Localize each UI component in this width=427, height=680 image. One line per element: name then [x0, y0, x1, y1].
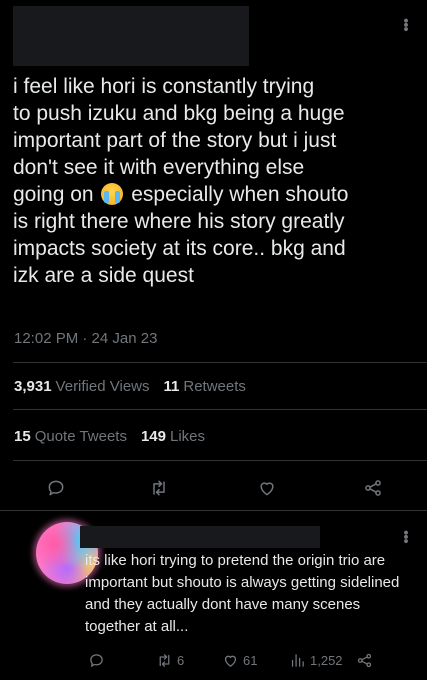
views-icon — [291, 654, 304, 667]
quotes-stat[interactable]: 15 Quote Tweets — [14, 428, 127, 445]
redacted-author-header — [13, 6, 249, 66]
reply-like-button[interactable]: 61 — [222, 652, 257, 669]
reply-icon — [90, 654, 103, 667]
retweets-stat[interactable]: 11 Retweets — [164, 378, 246, 395]
quotes-label: Quote Tweets — [34, 428, 127, 445]
views-retweets-row: 3,931 Verified Views 11 Retweets — [14, 378, 260, 395]
share-icon[interactable] — [361, 476, 385, 500]
divider — [13, 460, 427, 461]
divider — [0, 510, 427, 511]
views-label: Verified Views — [55, 378, 150, 395]
tweet-text: i feel like hori is constantly trying to… — [13, 73, 415, 289]
likes-label: Likes — [170, 428, 206, 445]
quotes-likes-row: 15 Quote Tweets 149 Likes — [14, 428, 219, 445]
quotes-count: 15 — [14, 428, 31, 445]
reply-icon[interactable] — [44, 476, 68, 500]
like-icon — [224, 655, 237, 667]
reply-like-count: 61 — [243, 653, 258, 668]
like-icon[interactable] — [255, 476, 279, 500]
reply-views-button[interactable]: 1,252 — [289, 652, 343, 669]
reply-retweet-button[interactable]: 6 — [156, 652, 184, 669]
reply-text: its like hori trying to pretend the orig… — [85, 552, 400, 635]
likes-stat[interactable]: 149 Likes — [141, 428, 205, 445]
retweet-icon — [159, 654, 170, 667]
loudly-crying-face-icon — [101, 183, 124, 205]
tweet-timestamp[interactable]: 12:02 PM · 24 Jan 23 — [14, 330, 157, 347]
divider — [13, 409, 427, 410]
reply-share-button[interactable] — [356, 652, 373, 669]
views-count: 3,931 — [14, 378, 52, 395]
share-icon — [357, 653, 372, 668]
retweet-icon[interactable] — [147, 476, 171, 500]
divider — [13, 362, 427, 363]
reply-reply-button[interactable] — [88, 652, 105, 669]
retweets-count: 11 — [163, 378, 180, 395]
likes-count: 149 — [140, 428, 166, 445]
more-options-icon[interactable]: ••• — [397, 530, 414, 543]
reply-retweet-count: 6 — [177, 653, 185, 668]
reply-views-count: 1,252 — [310, 653, 343, 668]
views-stat[interactable]: 3,931 Verified Views — [14, 378, 150, 395]
retweets-label: Retweets — [183, 378, 246, 395]
redacted-reply-author — [80, 526, 320, 548]
more-options-icon[interactable]: ••• — [397, 18, 414, 31]
